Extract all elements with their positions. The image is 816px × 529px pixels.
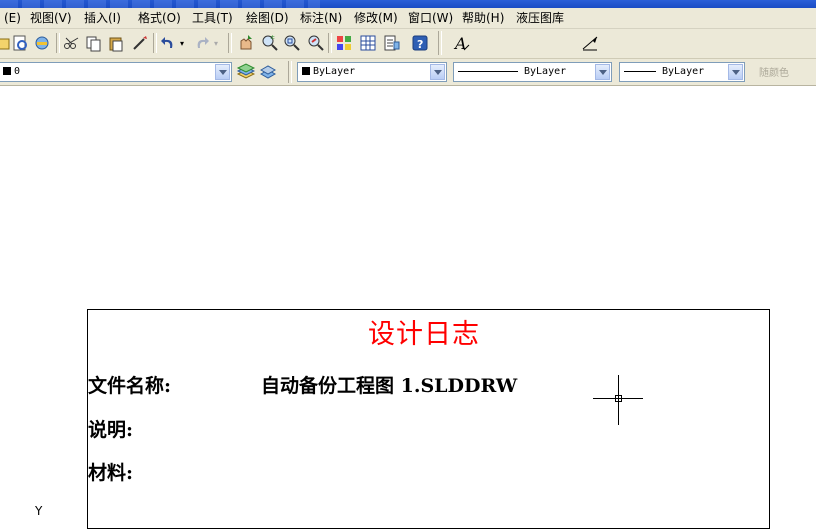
plot-preview-icon[interactable]	[10, 33, 30, 53]
toolbar-separator	[288, 61, 292, 83]
file-name-value: 自动备份工程图 1.SLDDRW	[261, 375, 518, 397]
undo-dropdown-icon[interactable]: ▾	[180, 39, 184, 48]
linetype-sample	[458, 70, 518, 72]
menu-dimension[interactable]: 标注(N)	[300, 10, 342, 26]
menu-draw[interactable]: 绘图(D)	[246, 10, 289, 26]
svg-text:±: ±	[270, 34, 275, 41]
chevron-down-icon[interactable]	[430, 64, 445, 80]
linetype-control-select[interactable]: ByLayer	[453, 62, 612, 82]
menu-modify[interactable]: 修改(M)	[354, 10, 398, 26]
menu-hydraulic-library[interactable]: 液压图库	[516, 10, 564, 26]
color-swatch-icon	[302, 67, 310, 75]
menu-bar: (E) 视图(V) 插入(I) 格式(O) 工具(T) 绘图(D) 标注(N) …	[0, 8, 816, 29]
svg-text:?: ?	[417, 38, 423, 51]
toolbar-separator	[56, 33, 60, 53]
menu-window[interactable]: 窗口(W)	[408, 10, 453, 26]
menu-insert[interactable]: 插入(I)	[84, 10, 121, 26]
properties-icon[interactable]	[334, 33, 354, 53]
menu-format[interactable]: 格式(O)	[138, 10, 181, 26]
chevron-down-icon[interactable]	[595, 64, 610, 80]
color-value: ByLayer	[313, 66, 356, 77]
menu-help[interactable]: 帮助(H)	[462, 10, 504, 26]
toolbar-separator	[438, 31, 442, 55]
tool-palettes-icon[interactable]	[382, 33, 402, 53]
cursor-pickbox	[615, 395, 622, 402]
paste-icon[interactable]	[106, 33, 126, 53]
cut-icon[interactable]	[62, 33, 82, 53]
material-label: 材料:	[88, 462, 134, 484]
layer-manager-icon[interactable]	[236, 62, 256, 82]
linetype-value: ByLayer	[524, 66, 567, 77]
text-style-icon[interactable]: A	[452, 33, 472, 53]
copy-icon[interactable]	[84, 33, 104, 53]
zoom-window-icon[interactable]	[282, 33, 302, 53]
lineweight-value: ByLayer	[662, 66, 705, 77]
menu-tools[interactable]: 工具(T)	[192, 10, 233, 26]
lineweight-sample	[624, 70, 656, 72]
standard-toolbar: ▾ ▾ ± ? A Standard ISO-25	[0, 29, 816, 83]
description-label: 说明:	[88, 419, 134, 441]
toolbar-separator	[228, 33, 232, 53]
zoom-previous-icon[interactable]	[306, 33, 326, 53]
file-name-label: 文件名称:	[88, 375, 172, 397]
lineweight-control-select[interactable]: ByLayer	[619, 62, 745, 82]
color-control-select[interactable]: ByLayer	[297, 62, 447, 82]
pan-icon[interactable]	[236, 33, 256, 53]
lineweight-display: ByLayer	[624, 66, 704, 77]
linetype-display: ByLayer	[458, 66, 566, 77]
chevron-down-icon[interactable]	[215, 64, 230, 80]
menu-edit[interactable]: (E)	[4, 10, 21, 26]
redo-icon[interactable]	[192, 33, 212, 53]
design-center-icon[interactable]	[358, 33, 378, 53]
chevron-down-icon[interactable]	[728, 64, 743, 80]
layer-name: 0	[14, 66, 21, 77]
plot-style-control: 随颜色	[759, 68, 789, 79]
layer-select[interactable]: 0	[0, 62, 232, 82]
layer-state-icons: 0	[3, 66, 20, 77]
undo-icon[interactable]	[158, 33, 178, 53]
match-properties-icon[interactable]	[130, 33, 150, 53]
menu-view[interactable]: 视图(V)	[30, 10, 72, 26]
layer-color-swatch-icon	[3, 67, 11, 75]
publish-icon[interactable]	[32, 33, 52, 53]
color-control-display: ByLayer	[302, 66, 355, 77]
toolbar-separator	[153, 33, 157, 53]
title-bar-shading	[0, 0, 320, 8]
title-bar	[0, 0, 816, 8]
layers-properties-toolbar: 0 ByLayer ByLayer ByLayer	[0, 59, 816, 86]
drawing-title: 设计日志	[368, 319, 480, 350]
help-icon[interactable]: ?	[410, 33, 430, 53]
ucs-y-axis-label: Y	[35, 504, 43, 518]
toolbar-separator	[328, 33, 332, 53]
zoom-realtime-icon[interactable]: ±	[260, 33, 280, 53]
layer-previous-icon[interactable]	[258, 62, 278, 82]
dim-style-icon[interactable]	[580, 33, 600, 53]
redo-dropdown-icon[interactable]: ▾	[214, 39, 218, 48]
